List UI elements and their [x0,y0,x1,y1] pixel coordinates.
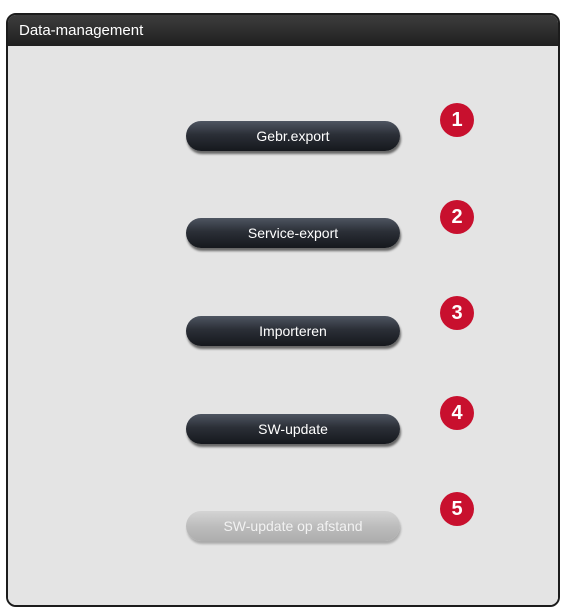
callout-2: 2 [440,200,474,234]
remote-sw-update-button: SW-update op afstand [186,511,400,541]
callout-1: 1 [440,103,474,137]
import-button[interactable]: Importeren [186,316,400,346]
service-export-button[interactable]: Service-export [186,218,400,248]
window-title: Data-management [8,15,558,46]
user-export-button[interactable]: Gebr.export [186,121,400,151]
data-management-window: Data-management Gebr.export 1 Service-ex… [6,13,560,607]
callout-3: 3 [440,296,474,330]
sw-update-button[interactable]: SW-update [186,414,400,444]
callout-4: 4 [440,396,474,430]
data-management-panel: Gebr.export 1 Service-export 2 Importere… [8,46,558,605]
callout-5: 5 [440,492,474,526]
